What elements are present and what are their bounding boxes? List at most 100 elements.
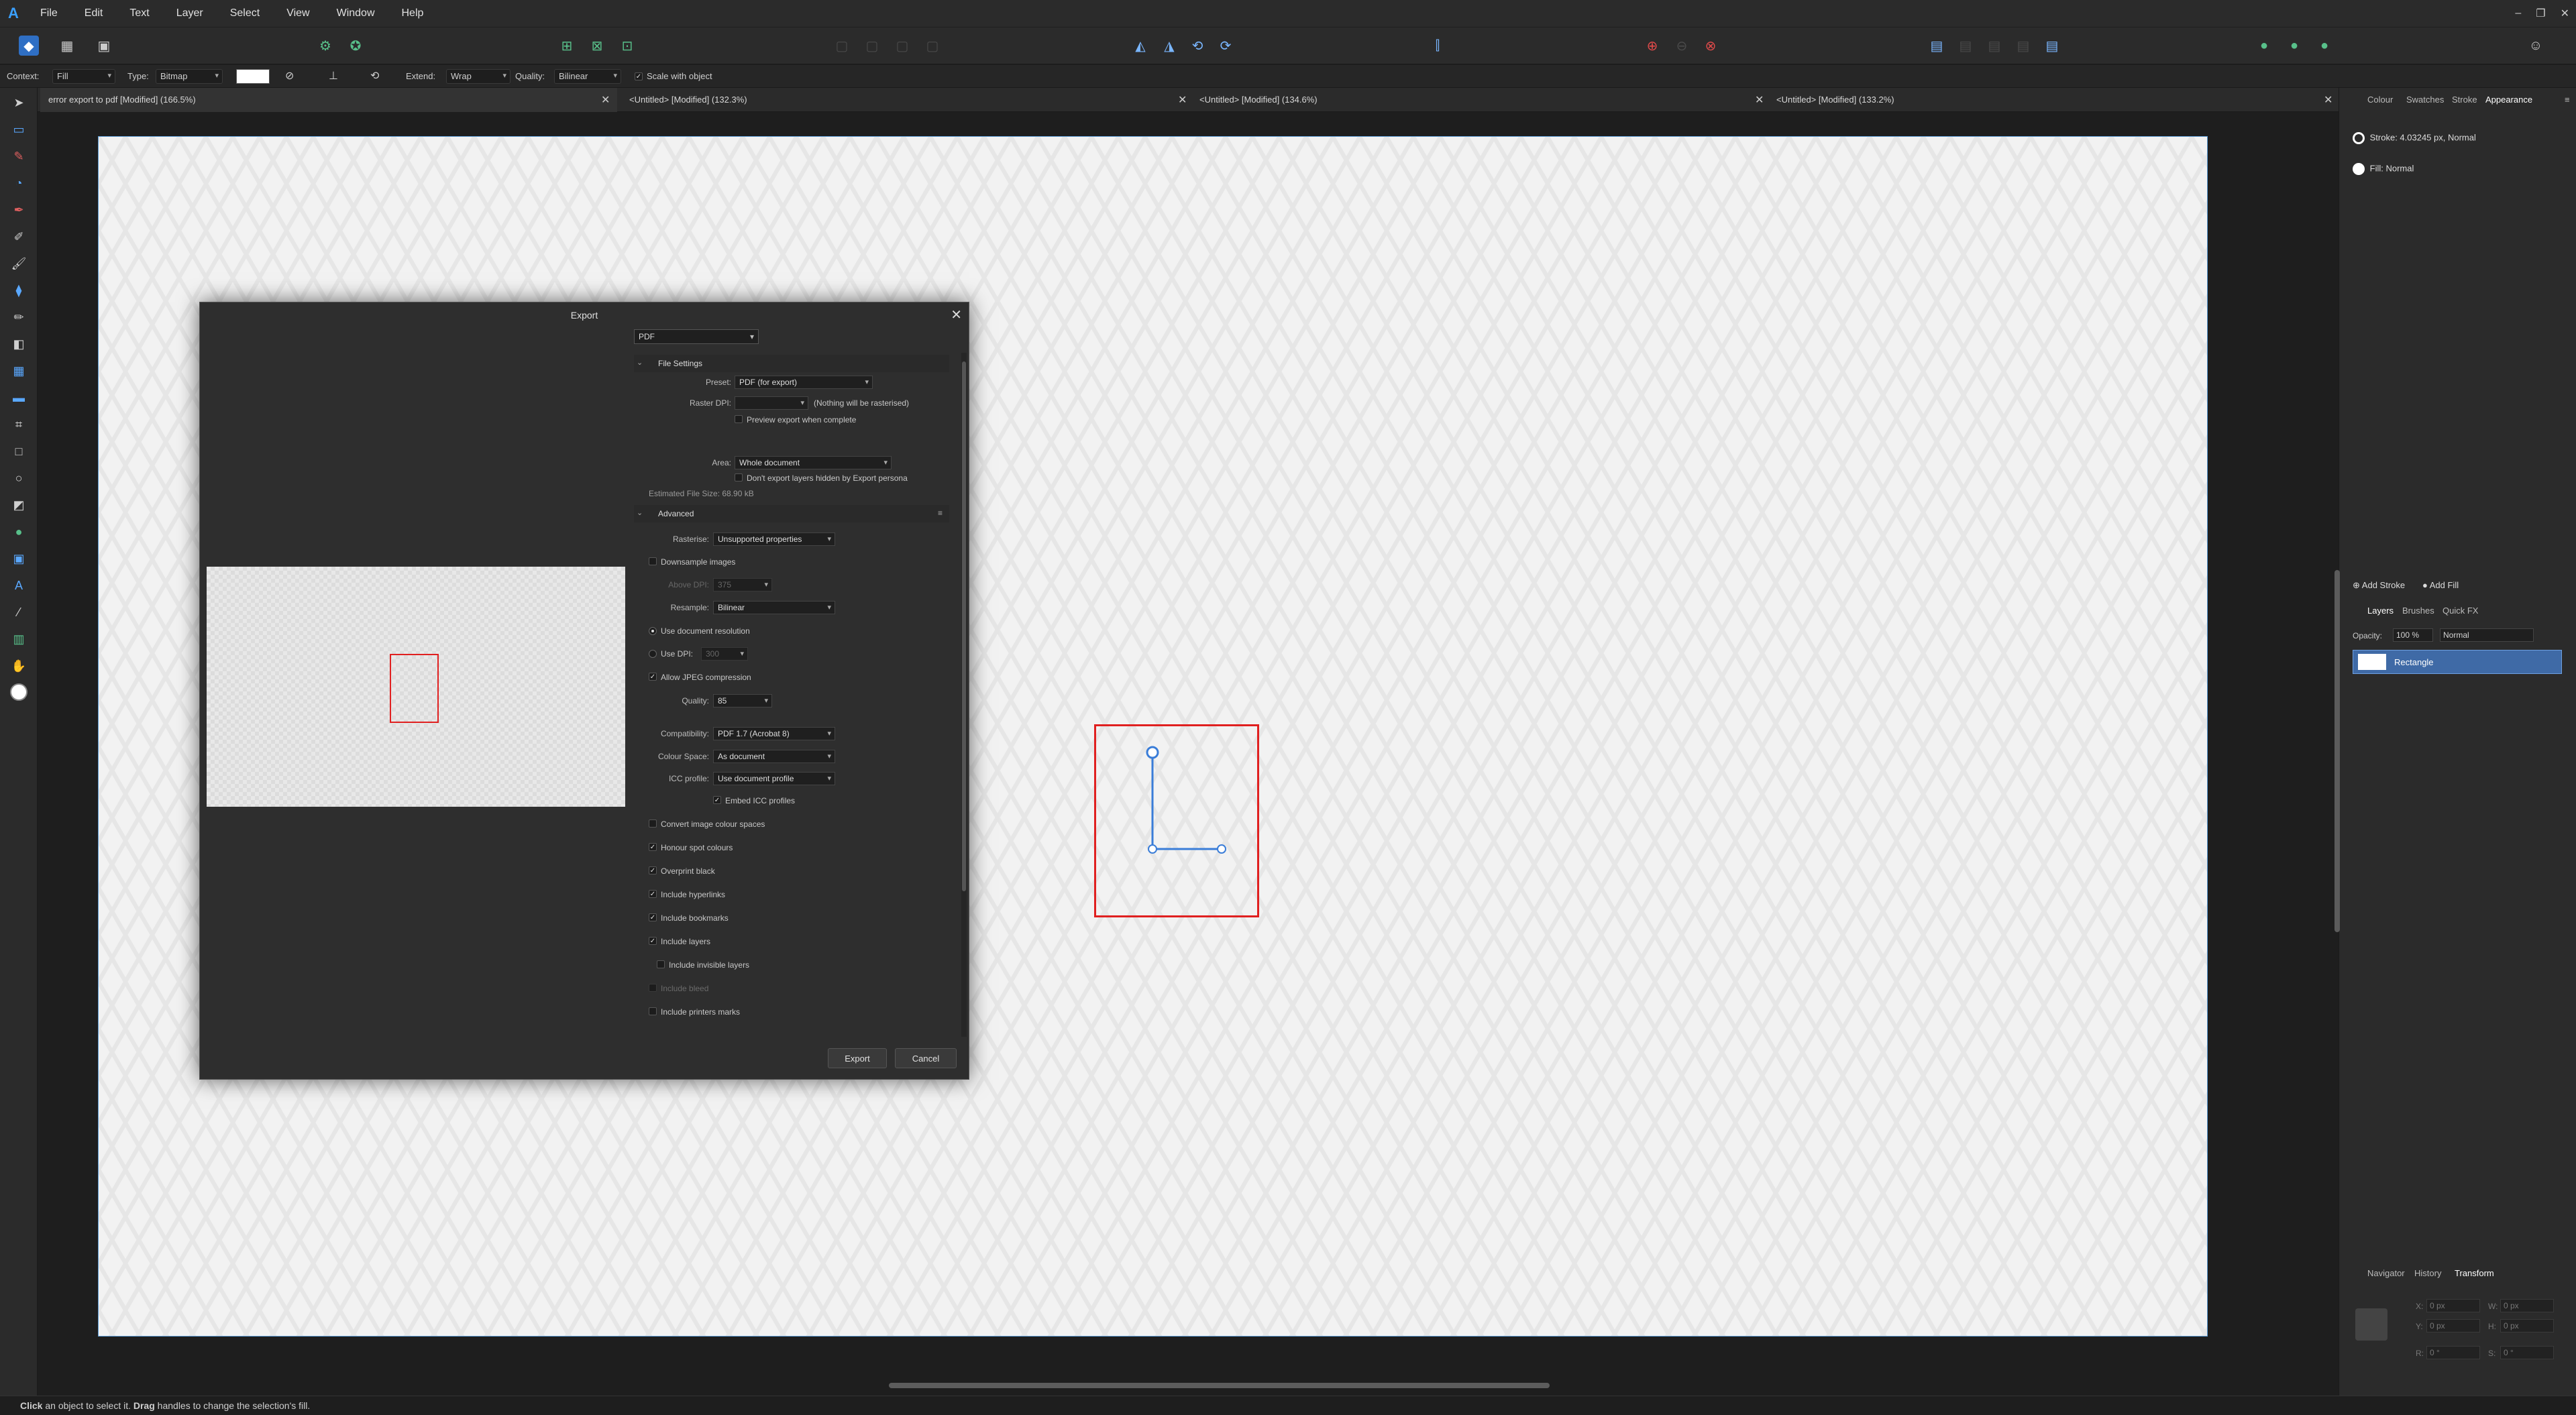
x-field[interactable]: 0 px [2426,1299,2480,1312]
tab-brushes[interactable]: Brushes [2402,606,2434,616]
overprint-black-checkbox[interactable]: ✓ [649,866,657,874]
designer-persona-icon[interactable]: ◆ [19,36,39,56]
move-tool-icon[interactable]: ➤ [9,93,28,112]
preview-export-checkbox[interactable] [735,415,743,423]
add-fill-button[interactable]: ● Add Fill [2422,580,2459,590]
convert-colour-spaces-checkbox[interactable] [649,819,657,828]
colour-space-dropdown[interactable]: As document [713,750,835,763]
menu-text[interactable]: Text [116,7,162,19]
rotate-gradient-icon[interactable]: ⟲ [370,69,379,82]
y-field[interactable]: 0 px [2426,1319,2480,1333]
snap-guides-icon[interactable]: ⊡ [617,36,637,56]
transparency-tool-icon[interactable]: ◧ [9,335,28,353]
tab-layers[interactable]: Layers [2367,606,2394,616]
rectangle-tool-icon[interactable]: □ [9,442,28,461]
tab-document-4[interactable]: <Untitled> [Modified] (133.2%) [1768,88,2332,112]
add-stroke-button[interactable]: ⊕ Add Stroke [2353,580,2405,591]
compatibility-dropdown[interactable]: PDF 1.7 (Acrobat 8) [713,727,835,740]
reverse-gradient-icon[interactable]: ⊘ [285,69,294,82]
tab-document-2[interactable]: <Untitled> [Modified] (132.3%) [621,88,1198,112]
file-settings-header[interactable]: ⌄ File Settings [634,355,949,372]
menu-window[interactable]: Window [323,7,388,19]
resample-dropdown[interactable]: Bilinear [713,601,835,614]
tab-appearance[interactable]: Appearance [2485,95,2532,105]
snap-grid-icon[interactable]: ⊠ [587,36,607,56]
pencil-tool-icon[interactable]: ✐ [9,227,28,246]
fill-color-well[interactable] [10,683,28,701]
paint-brush-icon[interactable]: ✏ [9,308,28,327]
include-printers-marks-checkbox[interactable] [649,1007,657,1015]
rasterise-dropdown[interactable]: Unsupported properties [713,532,835,546]
type-dropdown[interactable]: Bitmap [156,69,223,84]
opacity-field[interactable]: 100 % [2393,628,2433,642]
tab-document-3[interactable]: <Untitled> [Modified] (134.6%) [1191,88,1768,112]
downsample-checkbox[interactable] [649,557,657,565]
pixel-persona-icon[interactable]: ▦ [57,36,77,56]
advanced-header[interactable]: ⌄ Advanced ≡ [634,505,949,522]
allow-jpeg-checkbox[interactable]: ✓ [649,673,657,681]
jpeg-quality-field[interactable]: 85 [713,694,772,708]
shape-tool-icon[interactable]: ◩ [9,496,28,514]
brush-tool-icon[interactable]: 🖌 [9,254,28,273]
boolean-add-icon[interactable]: ⊕ [1642,36,1662,56]
tab-stroke[interactable]: Stroke [2452,95,2477,105]
cancel-button[interactable]: Cancel [895,1048,957,1068]
menu-select[interactable]: Select [217,7,273,19]
raster-dpi-dropdown[interactable] [735,396,808,410]
tab-document-1[interactable]: error export to pdf [Modified] (166.5%) [40,88,617,112]
include-layers-checkbox[interactable]: ✓ [649,937,657,945]
panel-menu-icon[interactable]: ≡ [2565,95,2570,105]
fill-tool-icon[interactable]: ⧫ [9,281,28,300]
fill-swatch[interactable] [236,69,270,84]
studio-icon[interactable]: ● [2284,36,2304,56]
tab-transform[interactable]: Transform [2455,1268,2494,1278]
tab-swatches[interactable]: Swatches [2406,95,2444,105]
include-invisible-layers-checkbox[interactable] [657,960,665,968]
user-account-icon[interactable]: ☺ [2526,36,2546,56]
menu-view[interactable]: View [273,7,323,19]
node-tool-icon[interactable]: ✎ [9,147,28,166]
vertical-scrollbar[interactable] [2334,570,2340,932]
snap-icon[interactable]: ⊞ [557,36,577,56]
rotate-right-icon[interactable]: ⟳ [1216,36,1236,56]
boolean-intersect-icon[interactable]: ⊗ [1701,36,1721,56]
close-window-icon[interactable]: ✕ [2561,7,2569,20]
arrange-forward-icon[interactable]: ▤ [1927,36,1947,56]
menu-icon[interactable]: ≡ [938,508,943,518]
assistant-icon[interactable]: ✪ [345,36,366,56]
studio-icon[interactable]: ● [2254,36,2274,56]
studio-icon[interactable]: ● [2314,36,2334,56]
menu-layer[interactable]: Layer [163,7,217,19]
menu-help[interactable]: Help [388,7,437,19]
embed-icc-checkbox[interactable]: ✓ [713,796,721,804]
minimize-icon[interactable]: – [2515,7,2521,19]
rotate-left-icon[interactable]: ⟲ [1187,36,1208,56]
context-dropdown[interactable]: Fill [52,69,115,84]
close-icon[interactable]: ✕ [951,306,962,323]
h-field[interactable]: 0 px [2500,1319,2554,1333]
crop-tool-icon[interactable]: ⌗ [9,415,28,434]
settings-icon[interactable]: ⚙ [315,36,335,56]
w-field[interactable]: 0 px [2500,1299,2554,1312]
settings-scroll-thumb[interactable] [962,361,966,891]
close-tab-icon[interactable]: ✕ [1755,93,1764,107]
gradient-handle[interactable] [1094,724,1259,917]
use-dpi-radio[interactable] [649,650,657,658]
color-picker-icon[interactable]: ⁄ [9,603,28,622]
export-persona-icon[interactable]: ▣ [94,36,114,56]
align-gradient-icon[interactable]: ⊥ [329,69,338,82]
flip-horizontal-icon[interactable]: ◭ [1130,36,1150,56]
preset-dropdown[interactable]: PDF (for export) [735,376,873,389]
shear-field[interactable]: 0 ° [2500,1346,2554,1359]
corner-tool-icon[interactable]: ◔ [9,174,28,192]
close-tab-icon[interactable]: ✕ [1178,93,1187,107]
scale-with-object-checkbox[interactable]: ✓ [635,72,643,80]
anchor-selector-icon[interactable] [2355,1308,2387,1341]
app-logo-icon[interactable]: A [0,0,27,27]
blend-mode-dropdown[interactable]: Normal [2440,628,2534,642]
horizontal-scrollbar[interactable] [889,1383,1550,1388]
artboard-tool-icon[interactable]: ▭ [9,120,28,139]
area-dropdown[interactable]: Whole document [735,456,892,469]
include-hyperlinks-checkbox[interactable]: ✓ [649,890,657,898]
tab-navigator[interactable]: Navigator [2367,1268,2405,1278]
